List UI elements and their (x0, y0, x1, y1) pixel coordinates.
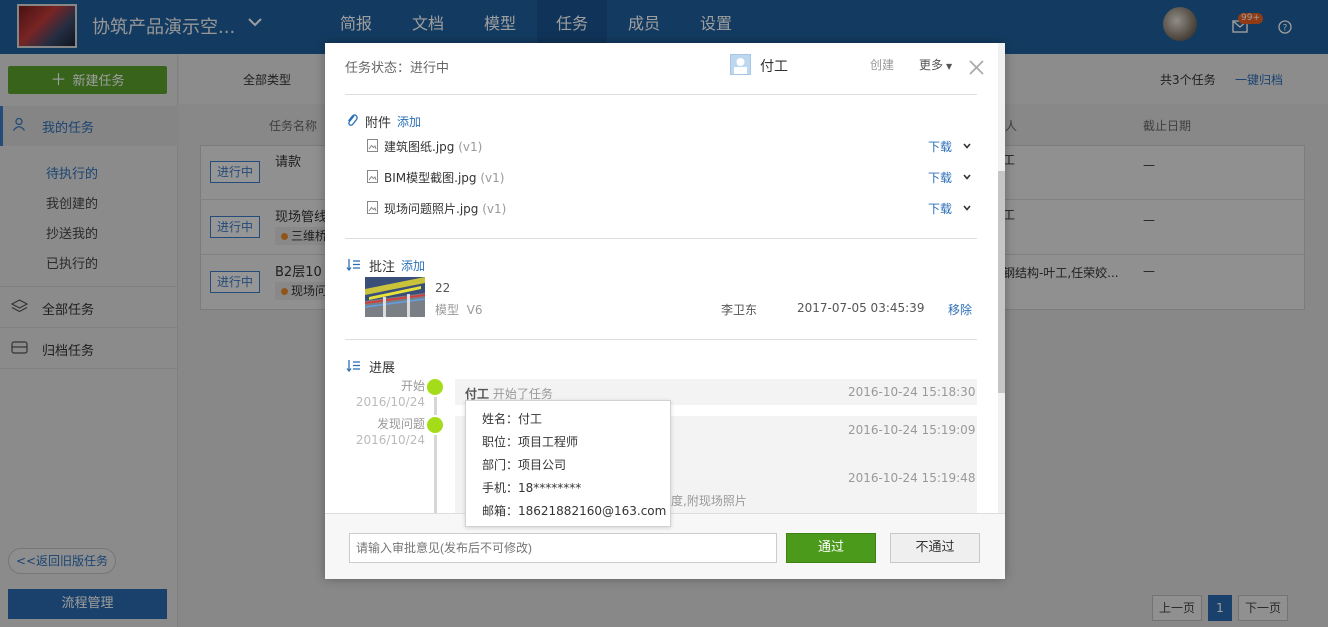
sort-list-icon (346, 259, 360, 271)
chevron-down-icon[interactable] (962, 203, 972, 213)
tooltip-email: 邮箱：18621882160@163.com (482, 504, 667, 518)
image-file-icon (367, 139, 378, 152)
divider (345, 94, 977, 95)
close-icon[interactable] (968, 59, 985, 76)
approval-opinion-input[interactable] (349, 533, 777, 563)
download-link[interactable]: 下载 (928, 200, 952, 217)
chevron-down-icon[interactable] (962, 141, 972, 151)
paperclip-icon (347, 114, 358, 126)
user-info-tooltip: 姓名：付工 职位：项目工程师 部门：项目公司 手机：18******** 邮箱：… (465, 400, 671, 527)
sort-list-icon (346, 360, 360, 372)
timeline-step-label: 发现问题 (376, 417, 425, 431)
add-comment-link[interactable]: 添加 (401, 257, 425, 274)
comments-title: 批注 (369, 260, 396, 275)
timeline-dot (425, 415, 445, 435)
timeline-dot (425, 377, 445, 397)
model-thumbnail[interactable] (365, 277, 425, 317)
tooltip-department: 部门：项目公司 (482, 458, 567, 472)
scrollbar-thumb[interactable] (998, 171, 1005, 393)
task-status-text: 任务状态：进行中 (345, 61, 450, 76)
attachment-file[interactable]: BIM模型截图.jpg (v1) (384, 169, 504, 186)
attachment-file[interactable]: 现场问题照片.jpg (v1) (384, 200, 506, 217)
owner-avatar (730, 54, 751, 75)
progress-entry-time: 2016-10-24 15:18:30 (848, 385, 976, 399)
remove-comment-link[interactable]: 移除 (948, 301, 972, 318)
attachment-file[interactable]: 建筑图纸.jpg (v1) (384, 138, 482, 155)
progress-entry-text: 度,附现场照片 (671, 494, 747, 508)
reject-button[interactable]: 不通过 (890, 533, 980, 563)
image-file-icon (367, 170, 378, 183)
tooltip-title: 职位：项目工程师 (482, 435, 579, 449)
timeline-step-date: 2016/10/24 (355, 395, 425, 409)
timeline-line (434, 388, 437, 518)
chevron-down-icon[interactable] (962, 172, 972, 182)
progress-entry-time: 2016-10-24 15:19:09 (848, 423, 976, 437)
comment-time: 2017-07-05 03:45:39 (797, 301, 925, 315)
download-link[interactable]: 下载 (928, 138, 952, 155)
timeline-step-date: 2016/10/24 (355, 433, 425, 447)
tooltip-phone: 手机：18******** (482, 481, 582, 495)
divider (345, 339, 977, 340)
created-label: 创建 (870, 58, 895, 72)
comment-model: 模型 V6 (435, 303, 483, 317)
download-link[interactable]: 下载 (928, 169, 952, 186)
caret-down-icon: ▼ (946, 62, 953, 71)
comment-author: 李卫东 (721, 303, 758, 317)
comment-label: 22 (435, 281, 451, 295)
attachments-title: 附件 (365, 116, 392, 131)
add-attachment-link[interactable]: 添加 (397, 113, 421, 130)
divider (345, 238, 977, 239)
timeline-step-label: 开始 (400, 379, 425, 393)
progress-title: 进展 (369, 361, 396, 376)
more-menu[interactable]: 更多 ▼ (919, 56, 952, 73)
person-icon (734, 58, 747, 74)
owner-name[interactable]: 付工 (760, 56, 788, 76)
approve-button[interactable]: 通过 (786, 533, 876, 563)
image-file-icon (367, 201, 378, 214)
tooltip-name: 姓名：付工 (482, 412, 543, 426)
progress-entry-time: 2016-10-24 15:19:48 (848, 471, 976, 485)
